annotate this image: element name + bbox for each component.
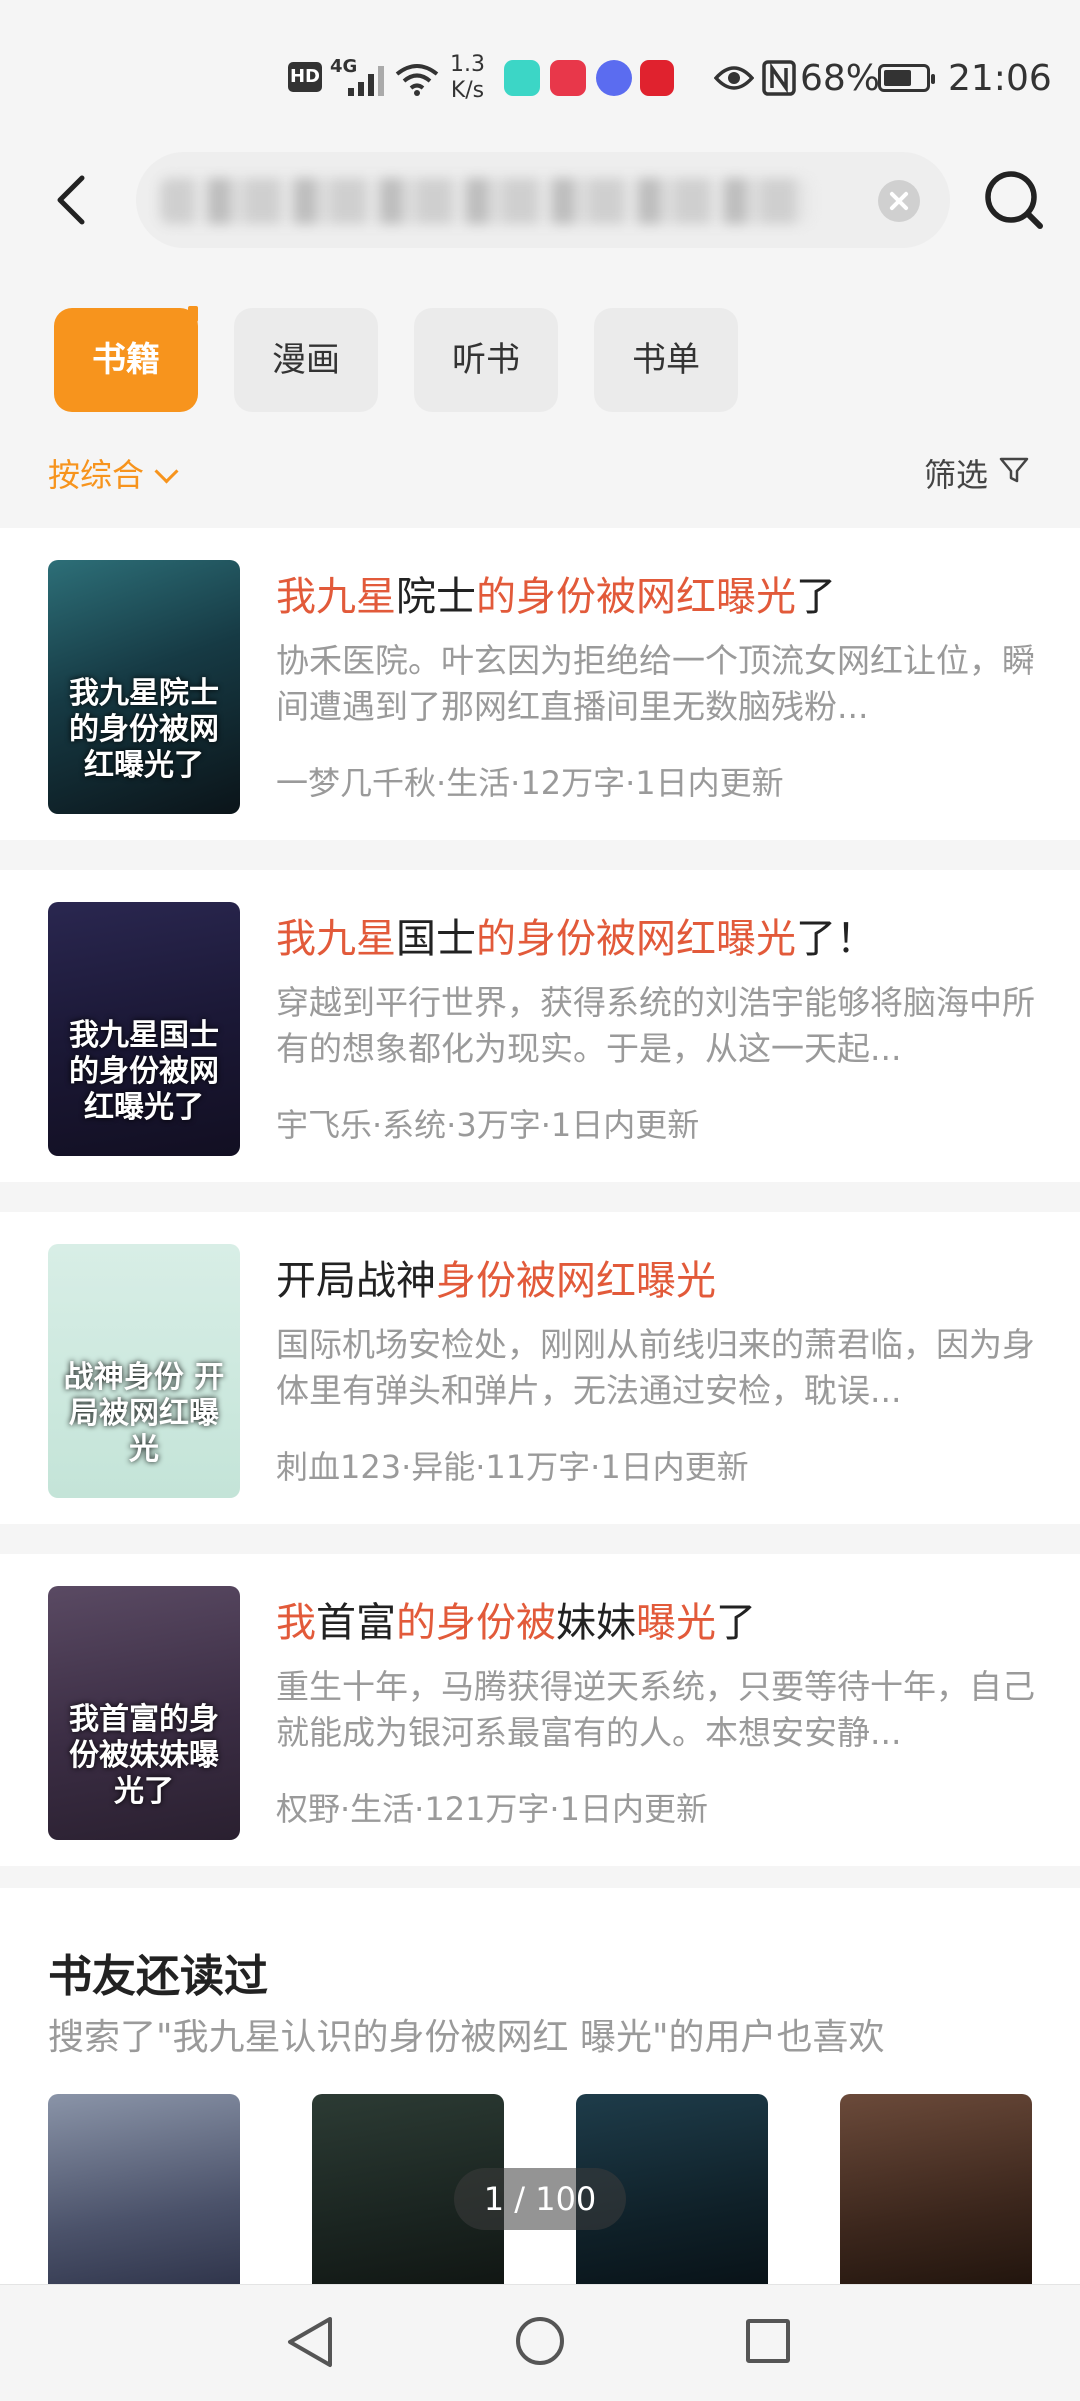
book-list-item[interactable]: 我九星院士的身份被网红曝光了 我九星院士的身份被网红曝光了 协禾医院。叶玄因为拒绝给…: [0, 528, 1080, 840]
title-text: 了: [796, 574, 836, 620]
battery-fill: [884, 70, 912, 86]
clear-search-button[interactable]: [878, 180, 920, 222]
battery-icon: [878, 64, 935, 92]
hd-indicator: HD: [288, 62, 322, 92]
book-description: 协禾医院。叶玄因为拒绝给一个顶流女网红让位，瞬间遭遇到了那网红直播间里无数脑残粉…: [276, 641, 1035, 726]
book-cover-title: 我首富的身份被妹妹曝光了: [69, 1702, 219, 1809]
title-highlight: 身份被网红曝光: [436, 1258, 716, 1304]
nav-home-icon[interactable]: [516, 2317, 564, 2365]
book-cover[interactable]: 战神身份 开局被网红曝光: [48, 1244, 240, 1498]
tab-books[interactable]: 书籍: [54, 308, 198, 412]
book-meta: 一梦几千秋·生活·12万字·1日内更新: [276, 764, 784, 802]
book-cover[interactable]: 我九星院士的身份被网红曝光了: [48, 560, 240, 814]
page-indicator: 1 / 100: [454, 2168, 626, 2230]
recommended-book-cover[interactable]: [840, 2094, 1032, 2294]
book-description: 国际机场安检处，刚刚从前线归来的萧君临，因为身体里有弹头和弹片，无法通过安检，耽…: [276, 1325, 1035, 1410]
book-list-item[interactable]: 我九星国士的身份被网红曝光了 我九星国士的身份被网红曝光了！ 穿越到平行世界，获得系…: [0, 870, 1080, 1182]
nav-recents-icon[interactable]: [746, 2319, 790, 2363]
title-highlight: 的身份被: [396, 1600, 556, 1646]
clock: 21:06: [948, 58, 1052, 99]
title-text: 院士: [396, 574, 476, 620]
book-meta: 刺血123·异能·11万字·1日内更新: [276, 1448, 749, 1486]
tab-badge: [188, 306, 198, 322]
title-text: 了: [716, 1600, 756, 1646]
title-text: 国士: [396, 916, 476, 962]
title-highlight: 曝光: [636, 1600, 716, 1646]
section-subtitle: 搜索了"我九星认识的身份被网红 曝光"的用户也喜欢: [48, 2017, 885, 2058]
system-nav-bar: [0, 2284, 1080, 2401]
eye-icon: [714, 66, 754, 90]
title-highlight: 的身份被网红曝光: [476, 574, 796, 620]
title-highlight: 的身份被网红曝光: [476, 916, 796, 962]
back-arrow-icon[interactable]: [44, 170, 104, 230]
book-title[interactable]: 开局战神身份被网红曝光: [276, 1248, 716, 1306]
title-text: 首富: [316, 1600, 396, 1646]
title-text: 开局战神: [276, 1258, 436, 1304]
news-notification-icon: [640, 60, 674, 96]
chevron-down-icon: [154, 459, 179, 484]
search-icon[interactable]: [982, 168, 1046, 232]
wifi-icon: [395, 64, 439, 96]
book-description: 重生十年，马腾获得逆天系统，只要等待十年，自己就能成为银河系最富有的人。本想安安…: [276, 1667, 1035, 1752]
book-list-item[interactable]: 战神身份 开局被网红曝光 开局战神身份被网红曝光 国际机场安检处，刚刚从前线归来的萧…: [0, 1212, 1080, 1524]
book-meta: 权野·生活·121万字·1日内更新: [276, 1790, 708, 1828]
nav-back-icon[interactable]: [284, 2315, 336, 2369]
sort-label: 按综合: [48, 456, 145, 494]
speed-unit: K/s: [450, 78, 485, 103]
title-highlight: 我: [276, 1600, 316, 1646]
book-cover-title: 我九星国士的身份被网红曝光了: [69, 1018, 219, 1125]
filter-icon[interactable]: [998, 454, 1030, 486]
recommended-book-cover[interactable]: [48, 2094, 240, 2294]
book-title[interactable]: 我九星国士的身份被网红曝光了！: [276, 906, 876, 964]
book-cover-title: 我九星院士的身份被网红曝光了: [69, 676, 219, 783]
reader-notification-icon: [550, 60, 586, 96]
tab-audiobooks[interactable]: 听书: [414, 308, 558, 412]
book-title[interactable]: 我首富的身份被妹妹曝光了: [276, 1590, 756, 1648]
sort-dropdown[interactable]: 按综合: [48, 450, 179, 496]
book-description: 穿越到平行世界，获得系统的刘浩宇能够将脑海中所有的想象都化为现实。于是，从这一天…: [276, 983, 1035, 1068]
signal-icon: [348, 66, 384, 96]
book-cover-title: 战神身份 开局被网红曝光: [63, 1360, 225, 1467]
search-query-blurred: [160, 178, 810, 224]
book-meta: 宇飞乐·系统·3万字·1日内更新: [276, 1106, 700, 1144]
title-text: 妹妹: [556, 1600, 636, 1646]
book-list-item[interactable]: 我首富的身份被妹妹曝光了 我首富的身份被妹妹曝光了 重生十年，马腾获得逆天系统，只要…: [0, 1554, 1080, 1866]
title-highlight: 我九星: [276, 574, 396, 620]
music-notification-icon: [596, 60, 632, 96]
filter-button[interactable]: 筛选: [924, 450, 988, 496]
battery-percent: 68%: [800, 58, 881, 99]
book-cover[interactable]: 我首富的身份被妹妹曝光了: [48, 1586, 240, 1840]
network-speed: 1.3 K/s: [450, 52, 485, 104]
app-notification-icon: [504, 60, 540, 96]
status-bar: HD 4G 1.3 K/s 68% 21:06: [0, 0, 1080, 150]
nfc-icon: [762, 60, 796, 96]
book-title[interactable]: 我九星院士的身份被网红曝光了: [276, 564, 836, 622]
title-highlight: 我九星: [276, 916, 396, 962]
tab-booklists[interactable]: 书单: [594, 308, 738, 412]
book-cover[interactable]: 我九星国士的身份被网红曝光了: [48, 902, 240, 1156]
speed-value: 1.3: [450, 52, 485, 77]
title-text: 了！: [796, 916, 876, 962]
section-title: 书友还读过: [48, 1951, 268, 2002]
tab-comics[interactable]: 漫画: [234, 308, 378, 412]
